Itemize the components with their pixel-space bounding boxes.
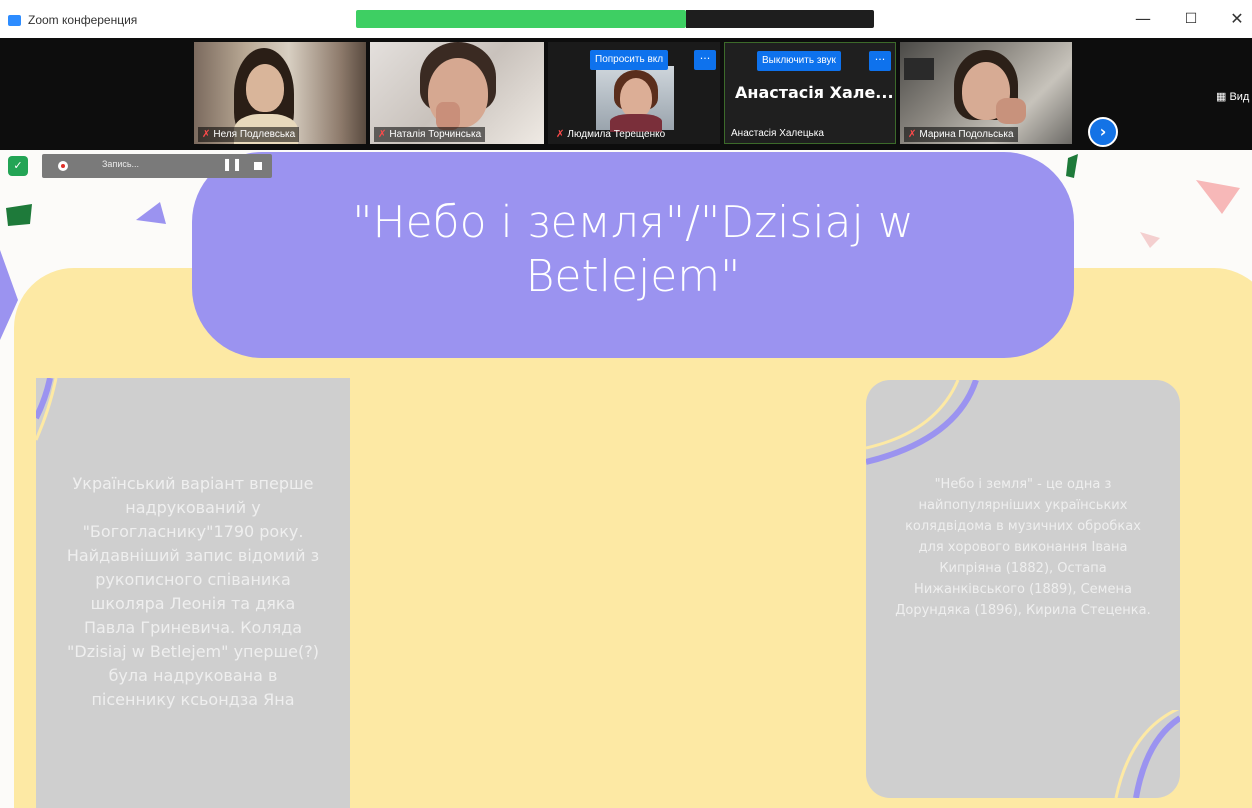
meeting-banner-dark [686, 10, 874, 28]
participant-video-strip: ✗ Неля Подлевська ✗ Наталія Торчинська Поп… [0, 38, 1252, 150]
shared-screen-slide: "Небо і земля"/"Dzisiaj w Betlejem" Укра… [0, 150, 1252, 808]
chevron-right-icon[interactable]: › [1088, 117, 1118, 147]
card-curve-decoration [866, 380, 979, 465]
participant-tile[interactable]: Попросить вкл ··· ✗ Людмила Терещенко [548, 42, 720, 144]
background-picture [904, 58, 934, 80]
participant-tile-active[interactable]: Выключить звук ··· Анастасія Хале... Ана… [724, 42, 896, 144]
mute-button[interactable]: Выключить звук [757, 51, 841, 71]
more-options-button[interactable]: ··· [694, 50, 716, 70]
pause-recording-button[interactable]: ❚❚ [222, 157, 242, 171]
participant-hand [996, 98, 1026, 124]
participant-name: Марина Подольська [919, 129, 1014, 140]
mic-muted-icon: ✗ [908, 129, 917, 140]
participant-nameplate: ✗ Наталія Торчинська [374, 127, 486, 142]
participant-hand [436, 102, 460, 130]
green-leaf-shape [1066, 154, 1078, 178]
participant-face [246, 64, 284, 112]
participant-face [620, 78, 652, 118]
close-button[interactable]: ✕ [1222, 8, 1252, 30]
shield-icon[interactable]: ✓ [8, 156, 28, 176]
participant-display-name: Анастасія Хале... [735, 83, 894, 102]
info-card-right: "Небо і земля" - це одна з найпопулярніш… [866, 380, 1180, 798]
card-right-text: "Небо і земля" - це одна з найпопулярніш… [895, 477, 1151, 618]
pink-triangle-shape [1196, 180, 1240, 214]
window-titlebar: Zoom конференция — ☐ ✕ [0, 0, 1252, 38]
recording-label: Запись... [102, 159, 140, 169]
participant-name: Наталія Торчинська [389, 129, 482, 140]
participant-name: Неля Подлевська [213, 129, 296, 140]
participant-name: Людмила Терещенко [567, 129, 666, 140]
ask-unmute-button[interactable]: Попросить вкл [590, 50, 669, 70]
green-leaf-shape [6, 204, 32, 226]
participant-nameplate: ✗ Людмила Терещенко [552, 127, 669, 142]
minimize-button[interactable]: — [1128, 8, 1158, 30]
meeting-banner-green [356, 10, 686, 28]
participant-tile[interactable]: ✗ Марина Подольська [900, 42, 1072, 144]
card-curve-decoration [1114, 710, 1180, 798]
participant-nameplate: ✗ Марина Подольська [904, 127, 1018, 142]
participant-nameplate: Анастасія Халецька [727, 126, 828, 141]
mic-muted-icon: ✗ [202, 129, 211, 140]
stop-recording-button[interactable] [254, 162, 262, 170]
window-title: Zoom конференция [28, 13, 138, 27]
grid-icon: ▦ [1216, 91, 1230, 103]
card-curve-decoration [36, 378, 58, 441]
card-left-text: Український варіант вперше надрукований … [66, 474, 320, 709]
zoom-logo-icon [8, 15, 21, 26]
participant-name: Анастасія Халецька [731, 128, 824, 139]
purple-triangle-shape [136, 202, 166, 224]
slide-title: "Небо і земля"/"Dzisiaj w Betlejem" [352, 197, 914, 302]
participant-tile[interactable]: ✗ Наталія Торчинська [370, 42, 544, 144]
pink-triangle-shape [1140, 232, 1160, 248]
view-toggle-button[interactable]: ▦ Вид [1216, 90, 1249, 103]
maximize-button[interactable]: ☐ [1176, 8, 1206, 30]
participant-photo [596, 66, 674, 132]
mic-muted-icon: ✗ [556, 129, 565, 140]
view-label: Вид [1229, 91, 1250, 103]
more-options-button[interactable]: ··· [869, 51, 891, 71]
slide-title-banner: "Небо і земля"/"Dzisiaj w Betlejem" [192, 152, 1074, 358]
mic-muted-icon: ✗ [378, 129, 387, 140]
participant-nameplate: ✗ Неля Подлевська [198, 127, 300, 142]
info-card-left: Український варіант вперше надрукований … [36, 378, 350, 808]
participant-tile[interactable]: ✗ Неля Подлевська [194, 42, 366, 144]
record-icon [58, 161, 68, 171]
recording-bar: Запись... ❚❚ [42, 154, 272, 178]
